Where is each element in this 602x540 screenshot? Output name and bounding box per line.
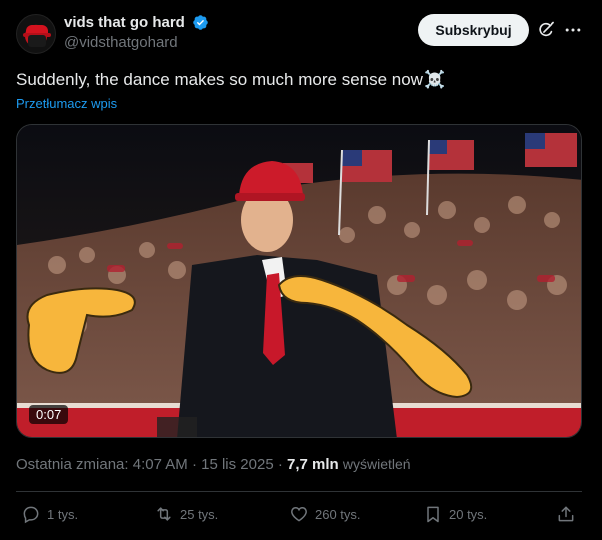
like-button[interactable]: 260 tys.	[289, 504, 361, 524]
reply-button[interactable]: 1 tys.	[21, 504, 78, 524]
video-duration: 0:07	[29, 405, 69, 424]
meta-separator: ·	[191, 456, 197, 473]
divider	[16, 491, 582, 492]
reply-icon	[23, 506, 39, 524]
subscribe-button[interactable]: Subskrybuj	[418, 14, 529, 46]
more-icon[interactable]	[563, 20, 583, 40]
action-bar: 1 tys. 25 tys. 260 tys. 20 tys.	[16, 500, 582, 534]
avatar[interactable]	[16, 14, 56, 54]
views-label: wyświetleń	[342, 456, 411, 472]
grok-icon[interactable]	[536, 20, 556, 40]
translate-link[interactable]: Przetłumacz wpis	[16, 96, 117, 111]
heart-icon	[291, 506, 307, 522]
bookmark-button[interactable]: 20 tys.	[423, 504, 487, 524]
views-count[interactable]: 7,7 mln	[287, 456, 339, 473]
tweet-body: Suddenly, the dance makes so much more s…	[16, 70, 423, 89]
repost-icon	[157, 507, 171, 521]
edited-label[interactable]: Ostatnia zmiana:	[16, 456, 129, 473]
tweet-date[interactable]: 15 lis 2025	[201, 456, 274, 473]
video-player[interactable]: 0:07	[16, 124, 582, 438]
verified-badge-icon[interactable]	[192, 14, 209, 31]
bookmark-icon	[427, 506, 439, 523]
skull-crossbones-emoji: ☠️	[423, 70, 446, 89]
display-name[interactable]: vids that go hard	[64, 14, 185, 31]
share-icon	[558, 506, 574, 522]
video-frame	[17, 125, 581, 437]
repost-count: 25 tys.	[180, 506, 219, 522]
tweet-meta: Ostatnia zmiana: 4:07 AM · 15 lis 2025 ·…	[16, 456, 411, 473]
like-count: 260 tys.	[315, 506, 361, 522]
bookmark-count: 20 tys.	[449, 506, 488, 522]
meta-separator-2: ·	[277, 456, 283, 473]
avatar-face-shape	[28, 35, 46, 47]
reply-count: 1 tys.	[47, 506, 79, 522]
tweet-text: Suddenly, the dance makes so much more s…	[16, 68, 445, 92]
tweet-time[interactable]: 4:07 AM	[133, 456, 188, 473]
author-block: vids that go hard @vidsthatgohard	[64, 14, 209, 51]
handle[interactable]: @vidsthatgohard	[64, 34, 209, 51]
tweet: vids that go hard @vidsthatgohard Subskr…	[0, 0, 602, 540]
share-button[interactable]	[556, 504, 582, 524]
repost-button[interactable]: 25 tys.	[154, 504, 218, 524]
